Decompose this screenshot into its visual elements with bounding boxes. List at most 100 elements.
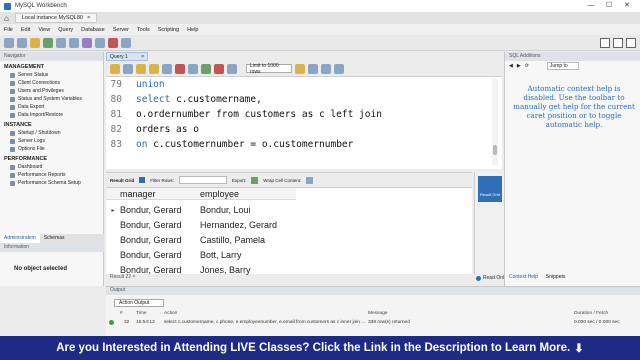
table-row[interactable]: ▸ Bondur, Gerard Bondur, Loui (106, 203, 296, 218)
minimize-button[interactable]: — (582, 0, 600, 12)
wrap-lines-icon[interactable] (334, 63, 344, 74)
wrap-cell-icon[interactable] (306, 176, 314, 184)
promo-banner[interactable]: Are you Interested in Attending LIVE Cla… (0, 336, 640, 360)
toggle-secondary-sidebar-icon[interactable] (626, 38, 636, 48)
code-line: 83 on c.customernumber = o.customernumber (110, 139, 354, 150)
toggle-output-icon[interactable] (613, 38, 623, 48)
menu-server[interactable]: Server (113, 27, 129, 33)
result-tab[interactable]: Result 22 × (106, 274, 166, 282)
back-icon[interactable]: ◀ (509, 63, 513, 69)
inspector-icon[interactable] (30, 37, 40, 48)
scrollbar-thumb[interactable] (493, 145, 497, 155)
commit-icon[interactable] (201, 63, 211, 74)
nav-users-privileges[interactable]: Users and Privileges (0, 87, 103, 95)
auto-help-icon[interactable]: ⟳ (525, 63, 529, 69)
tab-snippets[interactable]: Snippets (546, 274, 565, 284)
close-query-tab-icon[interactable]: × (141, 54, 144, 60)
menu-edit[interactable]: Edit (21, 27, 30, 33)
code-line: 80 select c.customername, (110, 94, 262, 105)
nav-status-variables[interactable]: Status and System Variables (0, 95, 103, 103)
query-tab[interactable]: Query 1 × (106, 52, 148, 61)
menu-help[interactable]: Help (187, 27, 198, 33)
open-sql-script-icon[interactable] (17, 37, 27, 48)
forward-icon[interactable]: ▶ (517, 63, 521, 69)
execute-current-icon[interactable] (149, 63, 159, 74)
create-function-icon[interactable] (95, 37, 105, 48)
navigator-tabs: Administration Schemas (0, 234, 104, 243)
nav-performance-schema[interactable]: Performance Schema Setup (0, 179, 103, 187)
toggle-sidebar-icon[interactable] (600, 38, 610, 48)
table-row[interactable]: Bondur, Gerard Bott, Larry (106, 247, 296, 262)
nav-startup-shutdown[interactable]: Startup / Shutdown (0, 129, 103, 137)
nav-server-status[interactable]: Server Status (0, 71, 103, 79)
editor-scrollbar[interactable] (492, 79, 498, 165)
result-grid-toolbar: Result Grid Filter Rows: Export: Wrap Ce… (106, 172, 472, 188)
tab-context-help[interactable]: Context Help (509, 274, 538, 284)
result-grid[interactable]: manager employee ▸ Bondur, Gerard Bondur, … (106, 188, 472, 275)
read-only-icon (476, 275, 481, 281)
users-icon (10, 88, 15, 94)
rollback-icon[interactable] (214, 63, 224, 74)
output-row[interactable]: 32 15:54:13 select c.customername, c.pho… (106, 320, 640, 329)
performance-section-title: PERFORMANCE (4, 156, 48, 162)
filter-rows-input[interactable] (179, 176, 228, 184)
navigator-header: Navigator (0, 52, 103, 61)
management-section-title: MANAGEMENT (4, 64, 45, 70)
code-line: 81 o.ordernumber from customers as c left… (110, 109, 382, 120)
maximize-button[interactable]: ☐ (600, 0, 618, 12)
create-schema-icon[interactable] (43, 37, 53, 48)
sql-editor[interactable]: 79 union 80 select c.customername, 81 o.ord… (106, 77, 502, 169)
menu-scripting[interactable]: Scripting (158, 27, 179, 33)
nav-client-connections[interactable]: Client Connections (0, 79, 103, 87)
connection-tab[interactable]: Local instance MySQL80 × (14, 13, 98, 23)
menu-database[interactable]: Database (81, 27, 105, 33)
export-icon[interactable] (251, 176, 259, 184)
tab-administration[interactable]: Administration (0, 234, 40, 243)
result-grid-label: Result Grid (110, 177, 135, 183)
nav-performance-reports[interactable]: Performance Reports (0, 171, 103, 179)
nav-server-logs[interactable]: Server Logs (0, 137, 103, 145)
save-script-icon[interactable] (123, 63, 133, 74)
nav-options-file[interactable]: Options File (0, 145, 103, 153)
stop-icon[interactable] (175, 63, 185, 74)
sql-additions-toolbar: ◀ ▶ ⟳ Jump to (505, 61, 640, 71)
wrap-cell-label: Wrap Cell Content: (263, 177, 302, 183)
nav-dashboard[interactable]: Dashboard (0, 163, 103, 171)
action-output-select[interactable]: Action Output (114, 299, 164, 307)
code-line: 79 union (110, 79, 165, 90)
menu-view[interactable]: View (38, 27, 50, 33)
column-header-manager[interactable]: manager (120, 189, 200, 199)
autocommit-icon[interactable] (227, 63, 237, 74)
close-window-button[interactable]: ✕ (618, 0, 636, 12)
close-tab-icon[interactable]: × (87, 15, 90, 21)
column-header-employee[interactable]: employee (200, 189, 296, 199)
beautify-icon[interactable] (295, 63, 305, 74)
toggle-error-icon[interactable] (188, 63, 198, 74)
tab-schemas[interactable]: Schemas (40, 234, 69, 243)
table-row[interactable]: Bondur, Gerard Hernandez, Gerard (106, 218, 296, 233)
explain-icon[interactable] (162, 63, 172, 74)
create-view-icon[interactable] (69, 37, 79, 48)
menu-file[interactable]: File (4, 27, 13, 33)
invisible-chars-icon[interactable] (321, 63, 331, 74)
create-procedure-icon[interactable] (82, 37, 92, 48)
find-icon[interactable] (308, 63, 318, 74)
home-icon[interactable]: ⌂ (4, 14, 9, 23)
window-title: MySQL Workbench (15, 3, 67, 9)
menu-tools[interactable]: Tools (137, 27, 150, 33)
nav-data-import[interactable]: Data Import/Restore (0, 111, 103, 119)
jump-to-select[interactable]: Jump to (546, 62, 579, 70)
create-table-icon[interactable] (56, 37, 66, 48)
open-file-icon[interactable] (110, 63, 120, 74)
result-grid-side-button[interactable]: Result Grid (478, 176, 502, 202)
nav-data-export[interactable]: Data Export (0, 103, 103, 111)
limit-rows-select[interactable]: Limit to 1000 rows (246, 63, 292, 75)
server-status-icon (10, 72, 15, 78)
search-table-data-icon[interactable] (108, 37, 118, 48)
table-row[interactable]: Bondur, Gerard Castillo, Pamela (106, 233, 296, 248)
new-sql-tab-icon[interactable] (4, 37, 14, 48)
reconnect-icon[interactable] (121, 37, 131, 48)
variables-icon (10, 96, 15, 102)
menu-query[interactable]: Query (58, 27, 73, 33)
execute-icon[interactable] (136, 63, 146, 74)
